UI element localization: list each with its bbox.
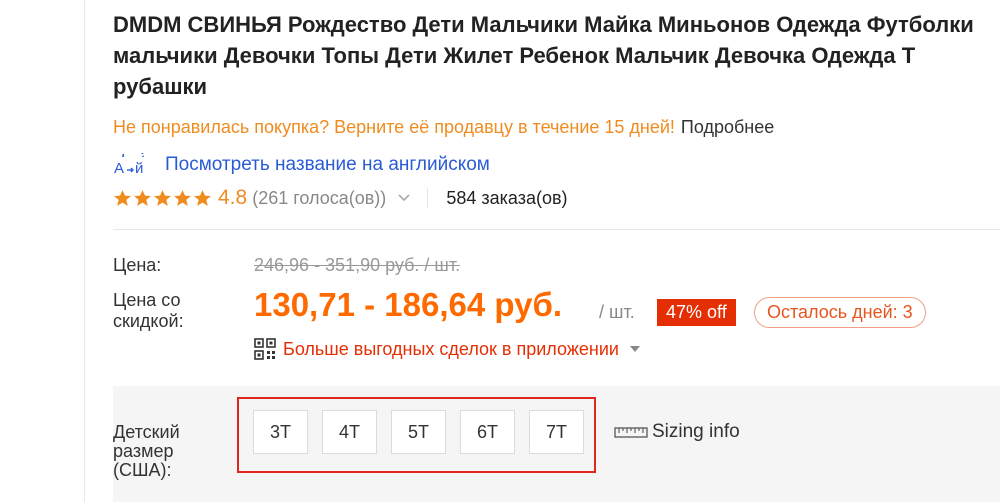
sizing-info-link[interactable]: Sizing info [614, 421, 740, 443]
ruler-icon [614, 427, 648, 438]
svg-text:A: A [114, 160, 124, 177]
size-option-4t[interactable]: 4T [322, 410, 377, 454]
return-policy-more-link[interactable]: Подробнее [681, 117, 774, 137]
size-option-7t[interactable]: 7T [529, 410, 584, 454]
chevron-down-icon[interactable] [397, 193, 411, 203]
rating-score: 4.8 [218, 186, 248, 209]
star-icon [154, 189, 171, 206]
star-icon [134, 189, 151, 206]
discount-price-label: Цена со скидкой: [113, 290, 184, 331]
original-price: 246,96 - 351,90 руб. / шт. [254, 255, 461, 275]
rating-row: 4.8 (261 голоса(ов)) 584 заказа(ов) [113, 186, 568, 210]
price-label: Цена: [113, 255, 162, 275]
translate-title-link[interactable]: Посмотреть название на английском [165, 154, 490, 176]
star-icon [174, 189, 191, 206]
caret-down-icon [629, 346, 640, 352]
app-deals-text: Больше выгодных сделок в приложении [283, 338, 619, 359]
size-option-6t[interactable]: 6T [460, 410, 515, 454]
svg-text:й: й [135, 160, 143, 177]
return-policy-notice: Не понравилась покупка? Верните её прода… [113, 116, 774, 138]
days-left-badge: Осталось дней: 3 [754, 297, 926, 328]
size-selector-label: Детский размер (США): [113, 422, 180, 480]
app-deals-link[interactable]: Больше выгодных сделок в приложении [254, 338, 641, 360]
star-icon [194, 189, 211, 206]
rating-separator [427, 188, 429, 208]
product-title: DMDM СВИНЬЯ Рождество Дети Мальчики Майк… [113, 12, 974, 99]
star-icon [114, 189, 131, 206]
size-option-3t[interactable]: 3T [253, 410, 308, 454]
left-divider [84, 0, 85, 502]
rating-stars [113, 189, 212, 208]
discount-badge: 47% off [657, 299, 736, 326]
qr-code-icon [254, 338, 276, 360]
size-option-5t[interactable]: 5T [391, 410, 446, 454]
rating-votes[interactable]: (261 голоса(ов)) [252, 188, 386, 209]
translate-icon: A й [114, 153, 144, 177]
current-price: 130,71 - 186,64 руб. [254, 286, 562, 323]
translate-title-row[interactable]: A й Посмотреть название на английском [113, 153, 490, 177]
orders-count: 584 заказа(ов) [446, 187, 568, 208]
section-divider [113, 229, 1000, 230]
return-policy-text: Не понравилась покупка? Верните её прода… [113, 117, 675, 137]
sizing-info-text: Sizing info [652, 421, 740, 442]
price-unit: / шт. [599, 302, 635, 322]
